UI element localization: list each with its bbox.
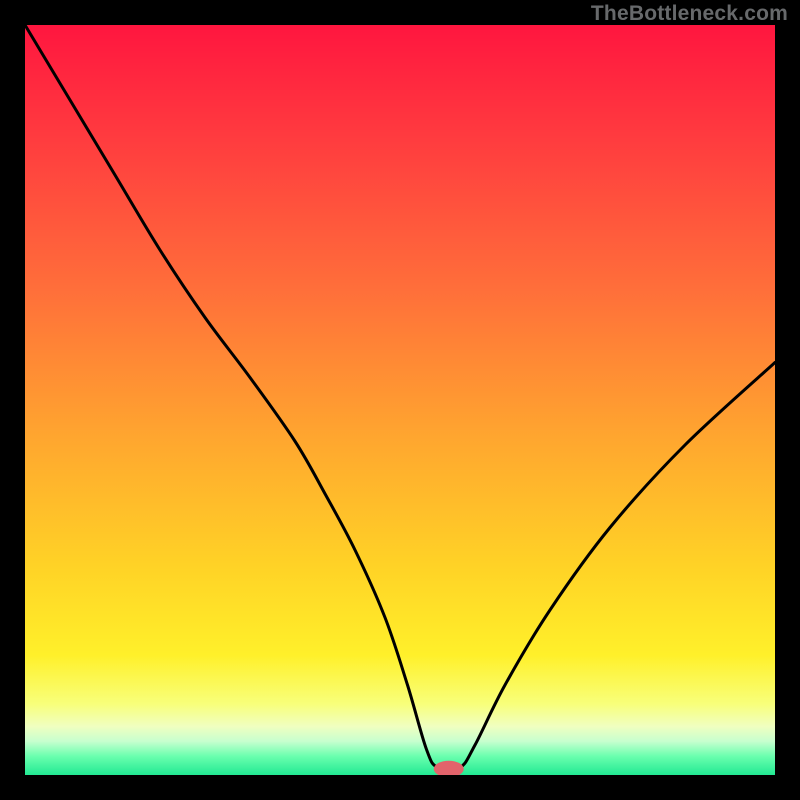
watermark-text: TheBottleneck.com bbox=[591, 2, 788, 26]
chart-frame: TheBottleneck.com bbox=[0, 0, 800, 800]
bottleneck-chart bbox=[25, 25, 775, 775]
